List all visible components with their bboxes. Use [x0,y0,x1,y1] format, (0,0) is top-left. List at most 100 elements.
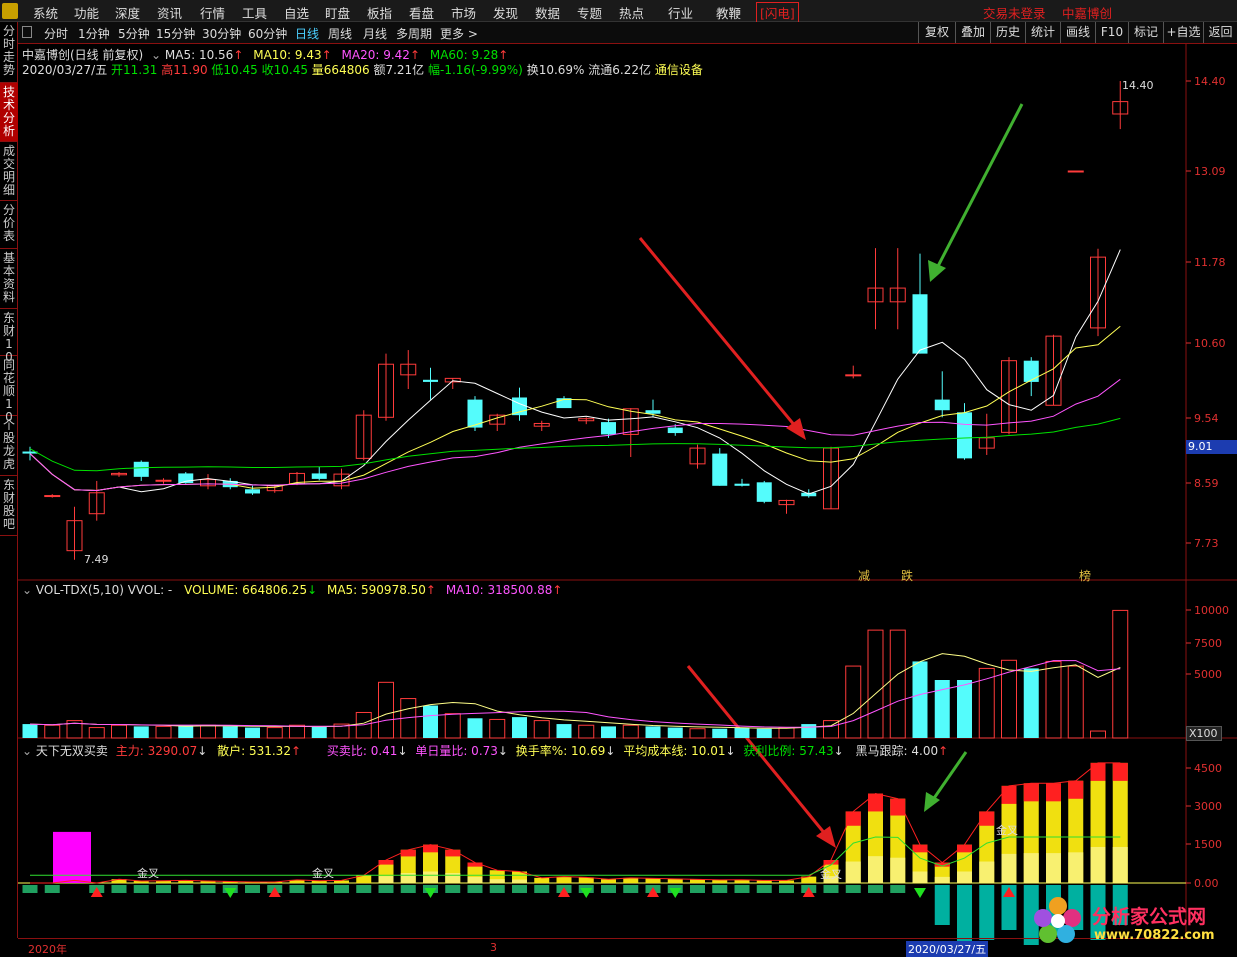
volume-ma10: MA10: 318500.88 [445,583,553,597]
volume-bar [622,724,639,739]
candle-body [957,412,972,459]
indicator-avg-cost: 平均成本线: 10.01 [623,744,726,758]
sell-signal-icon [914,888,926,898]
candle-body [512,397,527,416]
date-axis: 2020年 3 2020/03/27/五 [18,938,1186,957]
volume-ma10-arrow-icon: ↑ [552,583,563,597]
retail-bar [890,885,906,893]
event-label-drop[interactable]: 跌 [901,567,913,584]
volume-bar [734,727,750,738]
volume-ma5-line [29,653,1121,729]
candle-body [712,453,728,486]
price-tick: 8.59 [1194,477,1219,490]
volume-bar [200,724,216,739]
volume-bar [311,726,327,738]
ma5-arrow-icon: ↑ [233,48,244,62]
main-force-base [1112,846,1128,883]
retail-bar [178,885,194,893]
volume-bar [467,718,483,738]
annotation-arrow-red [638,237,802,433]
main-force-cap [1090,762,1106,781]
volume-bar [845,665,862,739]
retail-bar [756,885,772,893]
ma60-arrow-icon: ↑ [498,48,509,62]
indicator-panel-toggle-icon[interactable]: ⌄ [22,744,32,758]
retail-bar [690,885,705,893]
event-label-ranking[interactable]: 榜 [1079,567,1091,584]
volume-bar [222,726,238,738]
event-label-reduce[interactable]: 减 [858,567,870,584]
main-force-base [1001,853,1017,883]
main-force-base [890,857,906,883]
min-price-label: 7.49 [84,553,109,566]
volume-bar [423,705,438,738]
price-tick: 13.09 [1194,165,1226,178]
main-force-base [979,861,995,883]
indicator-header: ⌄ 天下无双买卖 主力: 3290.07↓ 散户: 531.32↑ 买卖比: 0… [22,742,948,759]
candle-body [423,379,438,382]
main-force-base [467,876,483,883]
main-force-base [378,876,394,883]
volume-ma10-line [29,660,1121,728]
main-force-base [1068,852,1084,883]
indicator-bs-ratio: 买卖比: 0.41 [326,744,398,758]
quote-float-cap: 流通6.22亿 [588,63,652,77]
quote-turnover: 换10.69% [526,63,585,77]
volume-bar [867,629,884,739]
main-force-base [868,856,883,883]
retail-bar [156,885,171,893]
date-axis-year: 2020年 [28,943,67,956]
retail-bar [534,885,550,893]
main-force-cap [400,849,416,857]
volume-bar [801,724,817,738]
retail-bar [868,885,883,893]
retail-bar [289,885,305,893]
candle-body [912,294,928,354]
volume-header: ⌄ VOL-TDX(5,10) VVOL: - VOLUME: 664806.2… [22,583,562,597]
volume-bar [1045,660,1062,739]
turnover-arrow-icon: ↓ [605,744,616,758]
daily-arrow-icon: ↓ [497,744,508,758]
indicator-title: 天下无双买卖 [35,744,108,758]
retail-bar [378,885,394,893]
retail-bar [623,885,639,893]
main-force-bar [645,878,661,883]
retail-bar [979,885,995,940]
main-force-base [400,873,416,883]
chart-canvas[interactable] [0,0,1237,956]
retail-arrow-icon: ↑ [290,744,302,758]
indicator-profit-ratio: 获利比例: 57.43 [743,744,834,758]
volume-bar [1067,665,1084,739]
candle-body [1067,170,1084,173]
main-force-base [1023,853,1039,883]
price-tick: 14.40 [1194,75,1226,88]
annotation-arrowhead-red [786,418,806,440]
quote-open: 开11.31 [111,63,158,77]
indicator-toggle-icon[interactable]: ⌄ [151,48,161,62]
watermark: 分析家公式网 www.70822.com [1030,890,1230,950]
candle-body [245,489,260,494]
volume-bar [712,728,728,738]
volume-bar [601,726,616,738]
golden-cross-label: 金叉 [996,824,1018,837]
dark-horse-arrow-icon: ↑ [938,744,949,758]
volume-bar [778,727,795,739]
retail-bar [200,885,216,893]
stock-title: 中嘉博创(日线 前复权) [22,48,144,62]
cost-arrow-icon: ↓ [725,744,736,758]
main-force-base [489,879,505,883]
price-tick: 7.73 [1194,537,1219,550]
ma10-arrow-icon: ↑ [321,48,332,62]
main-force-base [957,871,972,883]
volume-toggle-icon[interactable]: ⌄ [22,583,32,597]
quote-change: 幅-1.16(-9.99%) [428,63,523,77]
price-tick: 9.54 [1194,412,1219,425]
volume-bar [957,680,972,738]
retail-bar [22,885,38,893]
candle-body [934,399,950,411]
candle-body [756,482,772,502]
indicator-main: 主力: 3290.07 [115,744,198,758]
volume-unit: X100 [1186,726,1222,741]
retail-bar [445,885,461,893]
price-tick: 11.78 [1194,256,1226,269]
